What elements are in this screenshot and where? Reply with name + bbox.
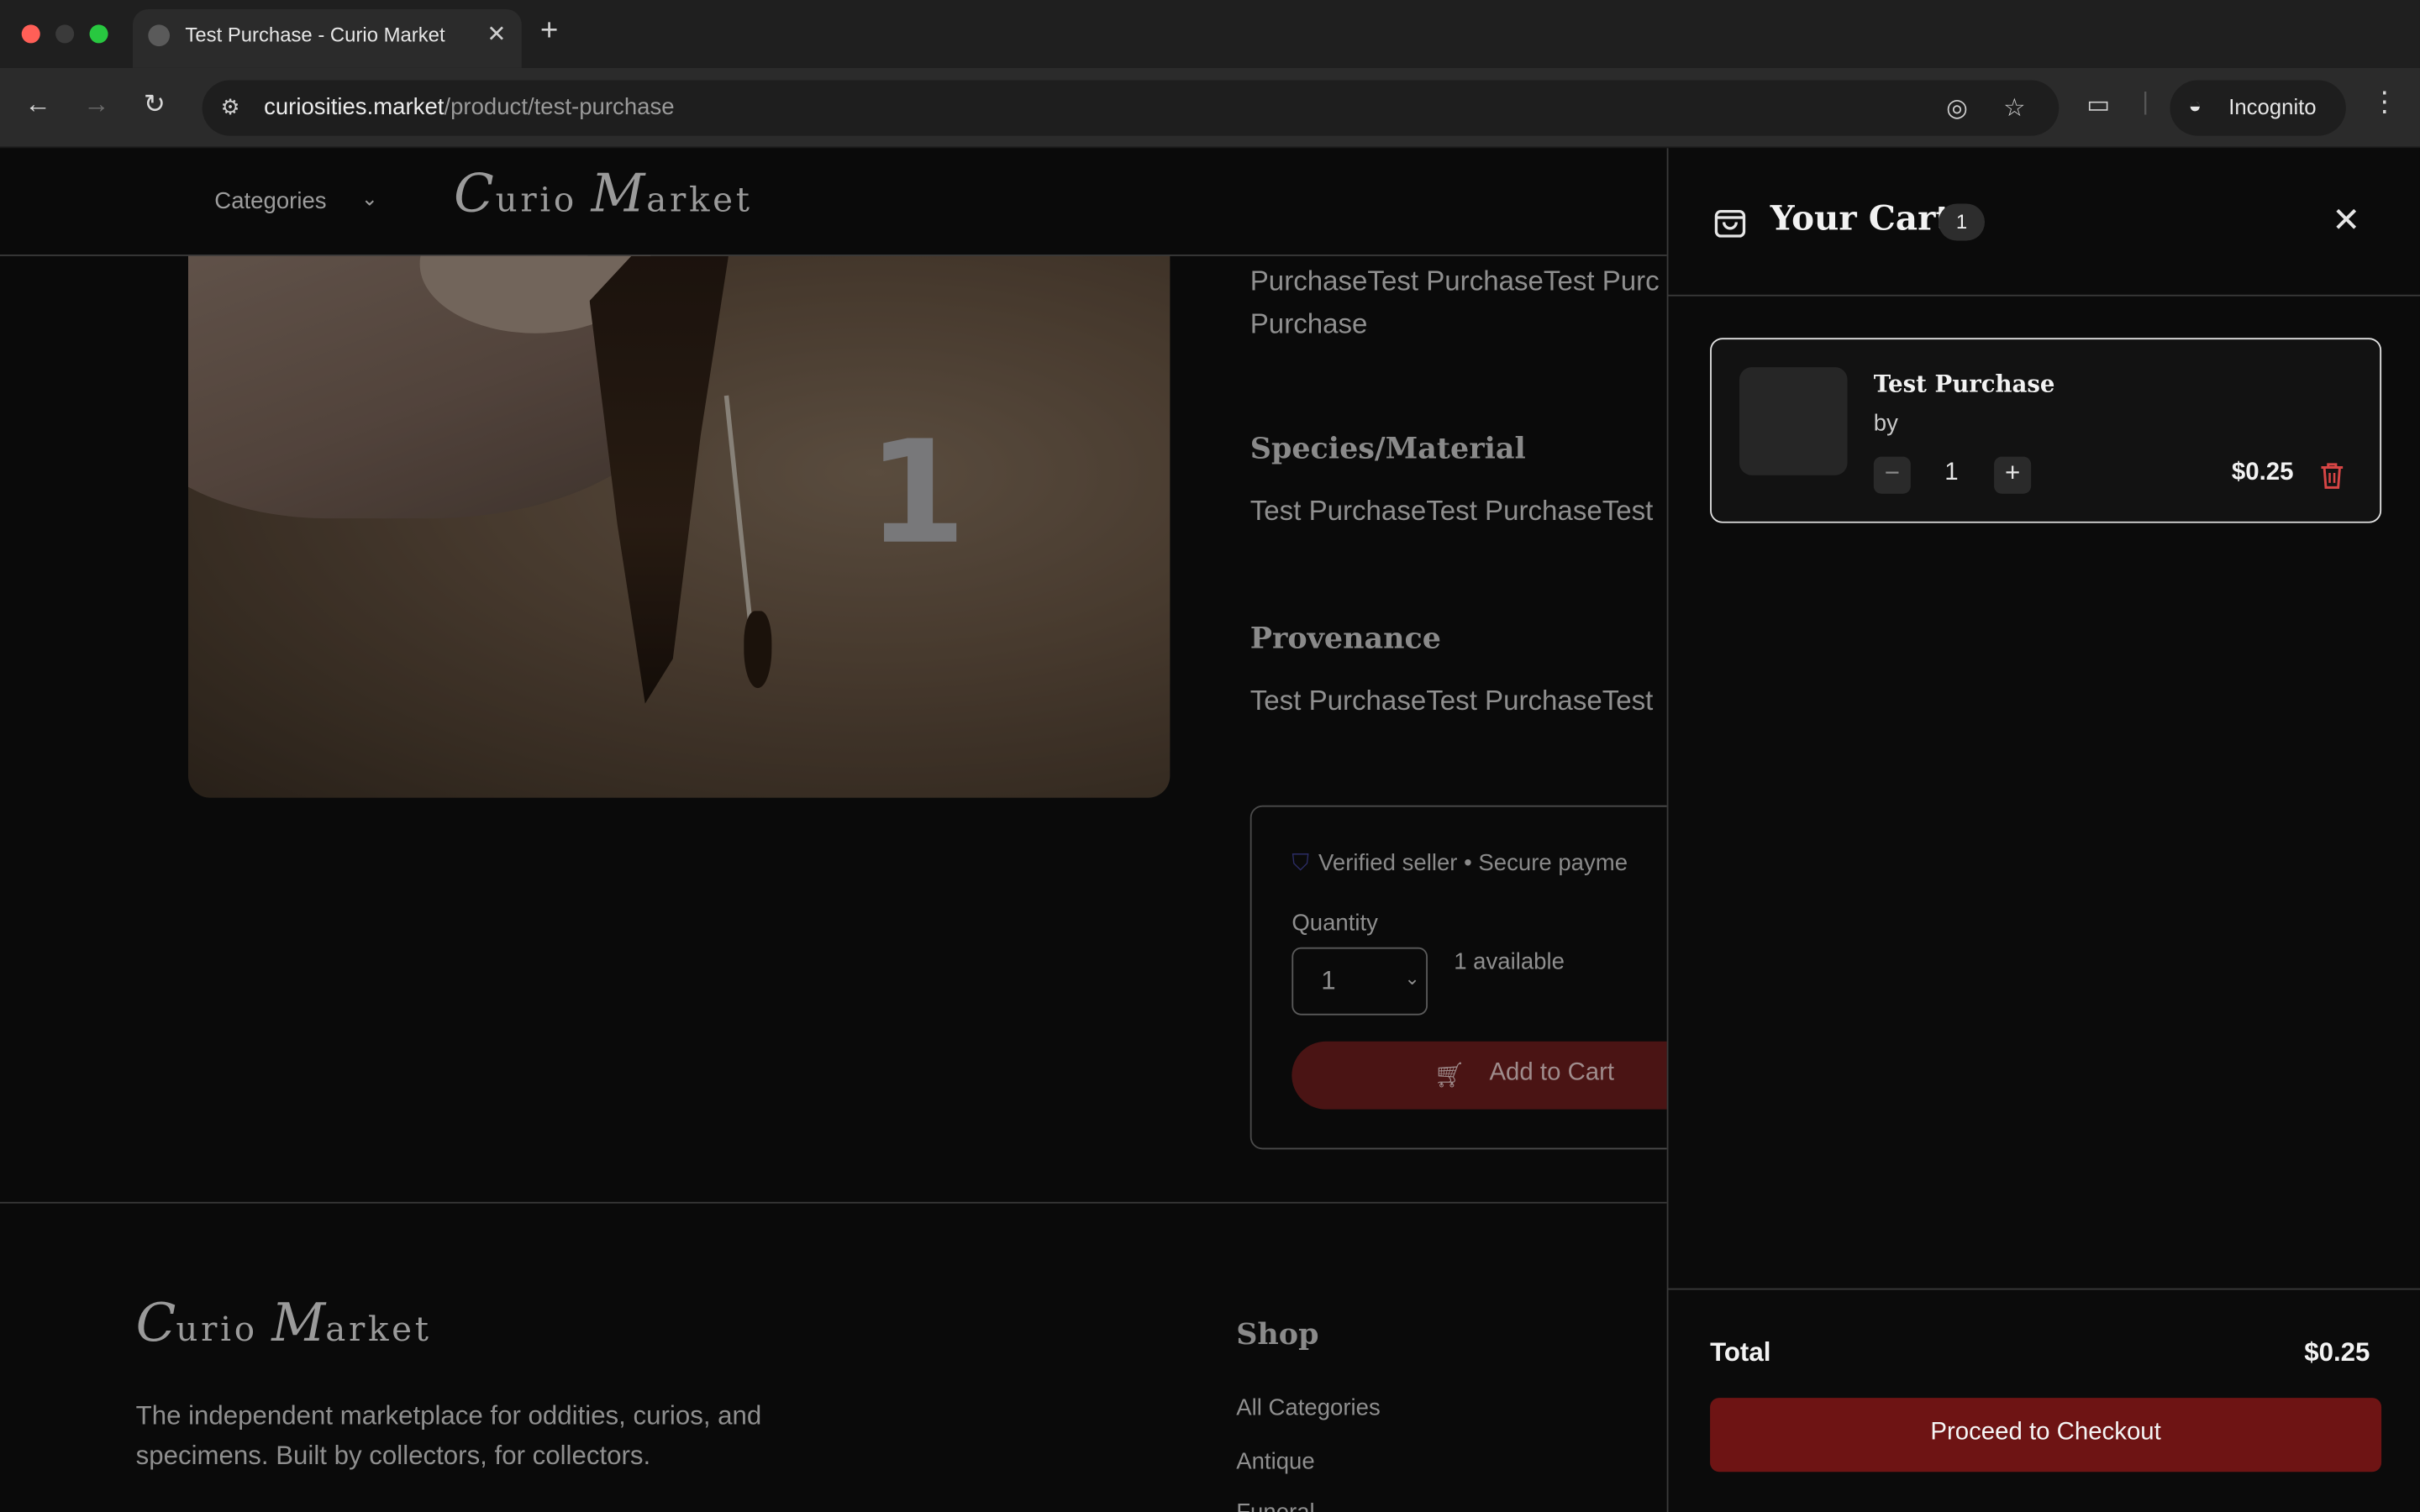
item-name[interactable]: Test Purchase [1874,370,2055,398]
footer-link-antique[interactable]: Antique [1236,1449,1314,1475]
browser-menu-icon[interactable]: ⋮ [2370,87,2398,119]
tab-title: Test Purchase - Curio Market [185,23,445,47]
eye-off-icon[interactable]: ◎ [1946,92,1968,123]
trash-icon[interactable] [2320,461,2344,489]
browser-toolbar: ← → ↻ ⚙ curiosities.market/product/test-… [0,67,2420,149]
globe-icon [148,24,171,47]
quantity-label: Quantity [1292,910,1378,937]
chevron-down-icon[interactable]: ⌄ [361,186,378,211]
cart-title: Your Cart [1770,198,1952,239]
purchase-box: ⛉ Verified seller • Secure payme Quantity… [1249,805,1739,1150]
footer-link-all-categories[interactable]: All Categories [1236,1394,1381,1420]
item-thumbnail[interactable] [1739,367,1848,475]
item-quantity: 1 [1944,459,1959,486]
browser-tab-bar: Test Purchase - Curio Market ✕ + [0,0,2420,68]
toolbar-divider: | [2142,89,2149,116]
dim-overlay [188,255,1171,798]
quantity-select[interactable]: 1 ⌄ [1292,947,1428,1016]
item-price: $0.25 [2231,459,2294,486]
provenance-value: Test PurchaseTest PurchaseTest [1249,685,1654,717]
footer-tagline: The independent marketplace for oddities… [135,1400,762,1471]
categories-button[interactable]: Categories [214,188,326,214]
shopping-bag-icon [1714,209,1746,238]
forward-icon[interactable]: → [83,90,109,121]
shield-icon: ⛉ [1292,850,1310,877]
maximize-window-button[interactable] [89,24,108,44]
cart-item: Test Purchase by − 1 + $0.25 [1710,338,2382,523]
reload-icon[interactable]: ↻ [144,90,166,121]
minimize-window-button[interactable] [55,24,75,44]
chevron-down-icon: ⌄ [1404,967,1420,990]
url-host: curiosities.market [264,94,445,121]
quantity-select-value: 1 [1321,965,1336,995]
star-icon[interactable]: ☆ [2003,92,2025,123]
stage: Test Purchase - Curio Market ✕ + ← → ↻ ⚙… [0,0,2420,1512]
cart-footer: Total $0.25 Proceed to Checkout [1668,1288,2420,1512]
shop-heading: Shop [1236,1317,1319,1352]
close-tab-icon[interactable]: ✕ [487,20,506,48]
product-description: PurchaseTest PurchaseTest Purc Purchase [1249,265,1660,340]
item-seller: by [1873,410,1898,437]
checkout-label: Proceed to Checkout [1930,1419,2161,1446]
total-label: Total [1710,1337,1771,1368]
close-window-button[interactable] [21,24,40,44]
footer-logo[interactable]: Curio Market [136,1293,432,1354]
back-icon[interactable]: ← [24,90,50,121]
incognito-icon: ◒ [2188,92,2202,118]
url-text: curiosities.market/product/test-purchase [264,94,674,120]
availability-text: 1 available [1454,948,1565,975]
verified-seller-note: ⛉ Verified seller • Secure payme [1292,850,1628,877]
add-to-cart-label: Add to Cart [1489,1059,1615,1087]
url-path: /product/test-purchase [444,94,675,121]
cart-drawer: Your Cart 1 ✕ Test Purchase by − 1 + $0.… [1666,148,2420,1512]
cart-count-badge: 1 [1938,203,1986,241]
species-heading: Species/Material [1249,432,1526,466]
viewport: Test Purchase - Curio Market ✕ + ← → ↻ ⚙… [0,0,2420,1512]
provenance-heading: Provenance [1249,622,1441,656]
cart-header: Your Cart 1 ✕ [1668,148,2420,297]
tab-search-icon[interactable]: ▭ [2086,90,2110,121]
checkout-button[interactable]: Proceed to Checkout [1710,1398,2382,1473]
decrease-quantity-button[interactable]: − [1873,456,1911,494]
address-bar[interactable]: ⚙ curiosities.market/product/test-purcha… [202,80,2060,136]
incognito-label: Incognito [2228,94,2317,119]
total-value: $0.25 [2304,1337,2370,1368]
species-value: Test PurchaseTest PurchaseTest [1249,495,1654,527]
site-info-icon[interactable]: ⚙ [221,94,240,120]
close-icon[interactable]: ✕ [2332,201,2360,241]
new-tab-icon[interactable]: + [540,14,558,50]
cart-icon: 🛒︎ [1434,1063,1465,1089]
product-image[interactable]: 1 [188,255,1171,798]
browser-tab[interactable]: Test Purchase - Curio Market ✕ [132,9,522,68]
increase-quantity-button[interactable]: + [1994,456,2032,494]
incognito-button[interactable]: ◒ Incognito [2170,80,2346,136]
site-logo[interactable]: Curio Market [454,164,753,225]
footer-link-funeral[interactable]: Funeral [1236,1499,1314,1512]
